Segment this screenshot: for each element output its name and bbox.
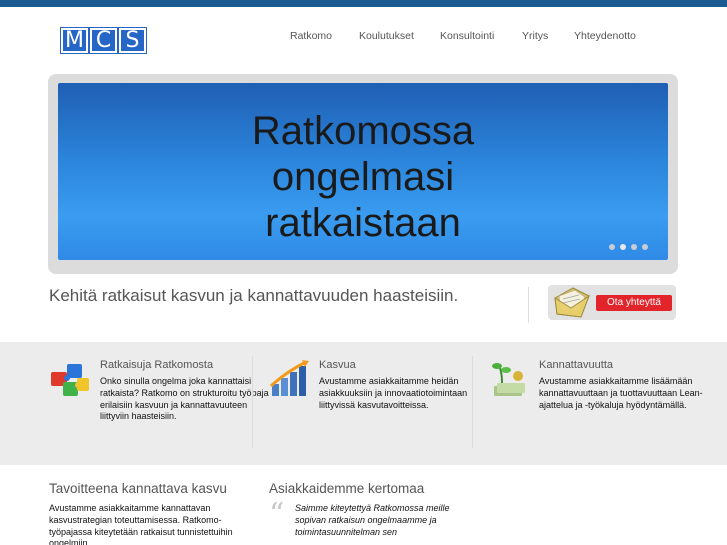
slider-dot[interactable] <box>631 244 637 250</box>
features-band: Ratkaisuja Ratkomosta Onko sinulla ongel… <box>0 342 727 465</box>
section-title-testimonials: Asiakkaidemme kertomaa <box>269 481 425 496</box>
hero-slide[interactable]: Ratkomossa ongelmasi ratkaistaan <box>58 83 668 260</box>
section-text-goal: Avustamme asiakkaitamme kannattavan kasv… <box>49 503 233 545</box>
hero-slider: Ratkomossa ongelmasi ratkaistaan <box>48 74 678 274</box>
main-nav: Ratkomo Koulutukset Konsultointi Yritys … <box>0 30 727 46</box>
feature-ratkaisuja: Ratkaisuja Ratkomosta Onko sinulla ongel… <box>49 358 269 450</box>
divider <box>472 356 473 448</box>
testimonial-text: Saimme kiteytettyä Ratkomossa meille sop… <box>295 503 450 537</box>
quote-mark-icon: “ <box>269 497 285 532</box>
section-title-goal: Tavoitteena kannattava kasvu <box>49 481 227 496</box>
divider <box>528 287 529 323</box>
hero-title: Ratkomossa ongelmasi ratkaistaan <box>58 108 668 246</box>
feature-title: Kasvua <box>319 359 356 371</box>
top-accent-bar <box>0 0 727 7</box>
tagline: Kehitä ratkaisut kasvun ja kannattavuude… <box>49 286 459 305</box>
feature-title: Kannattavuutta <box>539 359 614 371</box>
hero-line: ratkaistaan <box>265 201 461 245</box>
growth-chart-icon <box>269 360 309 396</box>
feature-text: Avustamme asiakkaitamme lisäämään kannat… <box>539 376 703 410</box>
nav-item-yritys[interactable]: Yritys <box>522 30 548 42</box>
slider-dot[interactable] <box>620 244 626 250</box>
envelope-icon <box>554 287 591 318</box>
puzzle-icon <box>51 364 89 396</box>
money-plant-icon <box>492 363 525 396</box>
feature-kasvua: Kasvua Avustamme asiakkaitamme heidän as… <box>268 358 468 450</box>
hero-line: ongelmasi <box>271 155 455 199</box>
nav-item-koulutukset[interactable]: Koulutukset <box>359 30 414 42</box>
feature-title: Ratkaisuja Ratkomosta <box>100 359 214 371</box>
nav-item-ratkomo[interactable]: Ratkomo <box>290 30 332 42</box>
divider <box>252 356 253 448</box>
feature-text: Onko sinulla ongelma joka kannattaisi ra… <box>100 376 269 422</box>
contact-button[interactable]: Ota yhteyttä <box>548 285 676 320</box>
slider-dots <box>609 244 648 250</box>
feature-text: Avustamme asiakkaitamme heidän asiakkuuk… <box>319 376 468 410</box>
nav-item-konsultointi[interactable]: Konsultointi <box>440 30 494 42</box>
slider-dot[interactable] <box>609 244 615 250</box>
contact-button-label: Ota yhteyttä <box>596 295 672 311</box>
hero-line: Ratkomossa <box>251 109 475 153</box>
feature-kannattavuutta: Kannattavuutta Avustamme asiakkaitamme l… <box>488 358 703 450</box>
slider-dot[interactable] <box>642 244 648 250</box>
nav-item-yhteydenotto[interactable]: Yhteydenotto <box>574 30 636 42</box>
